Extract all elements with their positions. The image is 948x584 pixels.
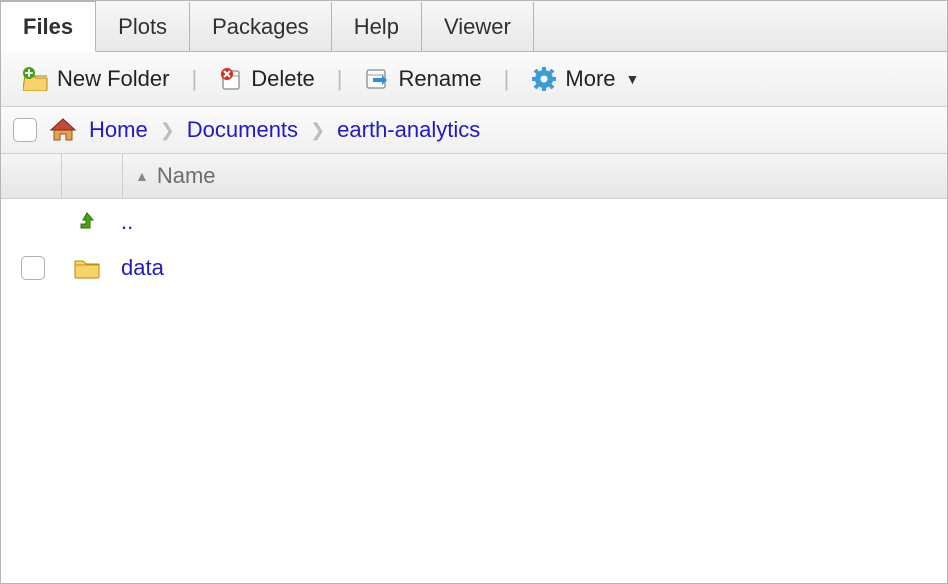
rename-icon	[365, 67, 391, 91]
column-name-label: Name	[157, 163, 216, 189]
tab-packages[interactable]: Packages	[190, 2, 332, 51]
new-folder-label: New Folder	[57, 66, 169, 92]
breadcrumb-earth-analytics[interactable]: earth-analytics	[337, 117, 480, 143]
tab-plots[interactable]: Plots	[96, 2, 190, 51]
chevron-right-icon: ❯	[160, 120, 175, 141]
files-toolbar: New Folder | Delete |	[1, 52, 947, 107]
tab-viewer[interactable]: Viewer	[422, 2, 534, 51]
new-folder-icon	[23, 67, 49, 91]
select-all-checkbox[interactable]	[13, 118, 37, 142]
file-list: .. data	[1, 199, 947, 583]
row-item[interactable]: data	[1, 245, 947, 291]
new-folder-button[interactable]: New Folder	[11, 62, 181, 96]
more-button[interactable]: More ▼	[519, 62, 651, 96]
column-name[interactable]: ▲ Name	[123, 163, 947, 189]
toolbar-sep: |	[187, 66, 201, 92]
home-icon[interactable]	[49, 117, 77, 143]
breadcrumb-documents[interactable]: Documents	[187, 117, 298, 143]
rename-button[interactable]: Rename	[353, 62, 494, 96]
delete-label: Delete	[251, 66, 315, 92]
breadcrumb: Home ❯ Documents ❯ earth-analytics	[1, 107, 947, 154]
gear-icon	[531, 66, 557, 92]
rename-label: Rename	[399, 66, 482, 92]
row-parent-dir[interactable]: ..	[1, 199, 947, 245]
folder-icon	[74, 257, 100, 279]
up-arrow-icon	[75, 210, 99, 234]
row-checkbox[interactable]	[21, 256, 45, 280]
dropdown-caret-icon: ▼	[626, 71, 640, 87]
tab-help[interactable]: Help	[332, 2, 422, 51]
more-label: More	[565, 66, 615, 92]
sort-asc-icon: ▲	[135, 168, 149, 184]
row-item-name: data	[121, 255, 164, 281]
toolbar-sep: |	[333, 66, 347, 92]
delete-icon	[219, 67, 243, 91]
delete-button[interactable]: Delete	[207, 62, 327, 96]
pane-tabs: Files Plots Packages Help Viewer	[1, 1, 947, 52]
file-list-header: ▲ Name	[1, 154, 947, 199]
toolbar-sep: |	[500, 66, 514, 92]
tab-files[interactable]: Files	[1, 0, 96, 52]
chevron-right-icon: ❯	[310, 120, 325, 141]
breadcrumb-home[interactable]: Home	[89, 117, 148, 143]
parent-dir-label: ..	[121, 209, 133, 235]
